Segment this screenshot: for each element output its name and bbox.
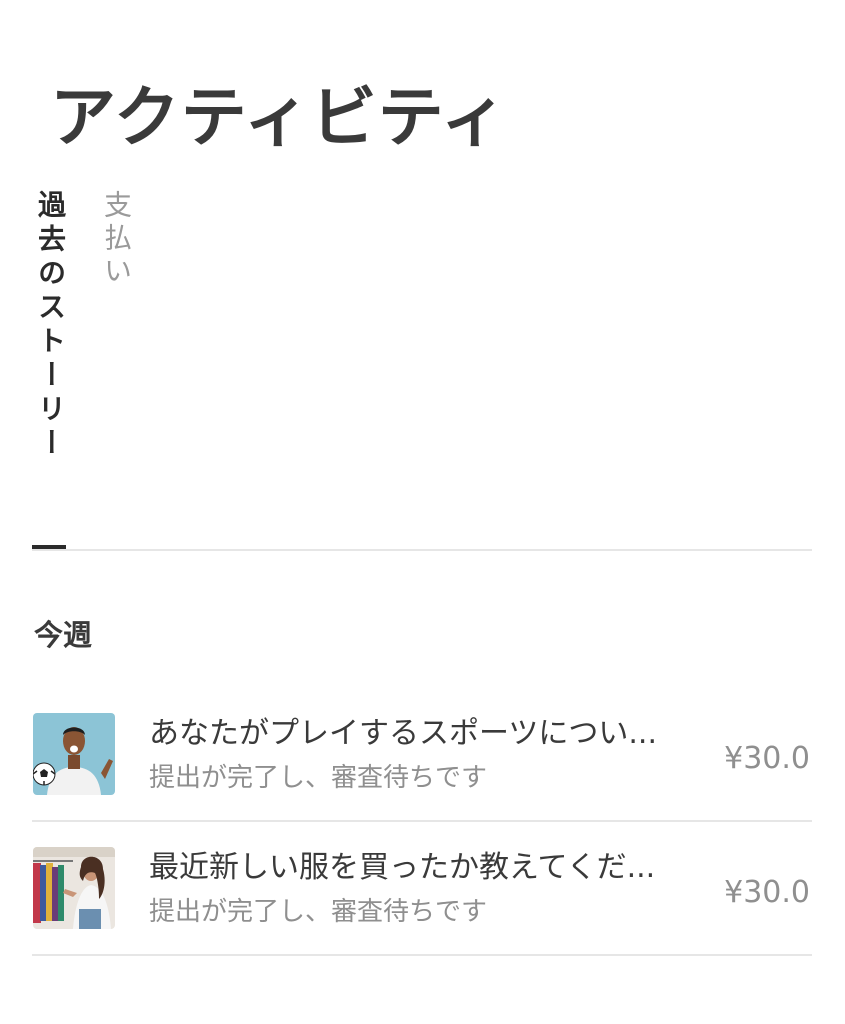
clothing-photo-icon	[33, 847, 115, 929]
activity-item[interactable]: 最近新しい服を買ったか教えてくだ... 提出が完了し、審査待ちです ¥30.0	[32, 822, 812, 956]
page-title: アクティビティ	[50, 79, 508, 156]
activity-amount: ¥30.0	[724, 875, 810, 910]
activity-list: あなたがプレイするスポーツについ... 提出が完了し、審査待ちです ¥30.0	[32, 688, 812, 956]
sports-photo-icon	[33, 713, 115, 795]
activity-amount: ¥30.0	[724, 741, 810, 776]
tab-payments[interactable]: 支払い	[98, 190, 134, 289]
tab-past-stories[interactable]: 過去のストーリー	[32, 190, 68, 462]
activity-status: 提出が完了し、審査待ちです	[149, 897, 488, 927]
activity-status: 提出が完了し、審査待ちです	[149, 763, 488, 793]
activity-title: あなたがプレイするスポーツについ...	[149, 716, 658, 751]
tabs-divider	[32, 549, 812, 551]
tab-bar: 過去のストーリー 支払い	[32, 190, 812, 552]
activity-item[interactable]: あなたがプレイするスポーツについ... 提出が完了し、審査待ちです ¥30.0	[32, 688, 812, 822]
activity-title: 最近新しい服を買ったか教えてくだ...	[149, 850, 656, 885]
section-heading-this-week: 今週	[34, 618, 93, 652]
